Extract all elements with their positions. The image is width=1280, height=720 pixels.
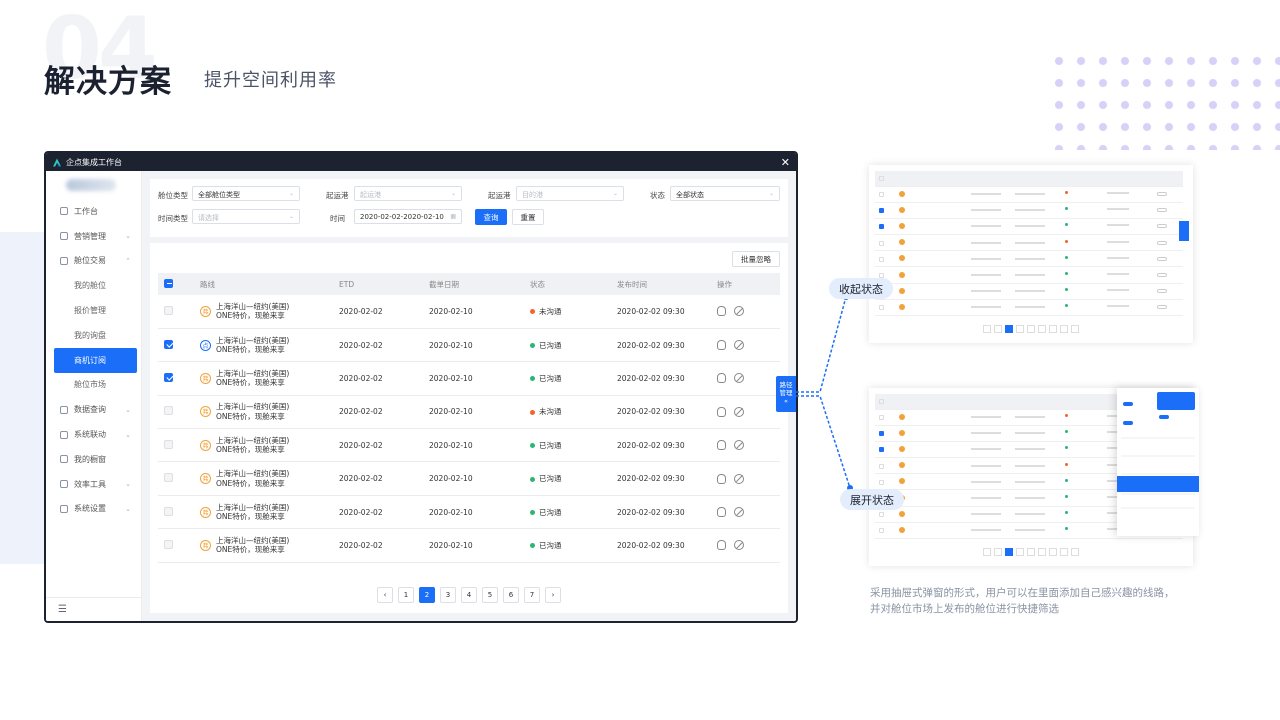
slide: 04 解决方案 提升空间利用率 企点集成工作台 ✕ 工作台 营销管理 ⌄ 舱位交易 ⌃ 我… <box>0 0 1280 720</box>
collapsed-state-preview <box>869 165 1193 343</box>
collapsed-state-label: 收起状态 <box>829 278 893 299</box>
expanded-drawer-preview <box>1117 388 1199 536</box>
solution-description: 采用抽屉式弹窗的形式，用户可以在里面添加自己感兴趣的线路，并对舱位市场上发布的舱… <box>870 587 1175 616</box>
expanded-state-label: 展开状态 <box>840 489 904 510</box>
